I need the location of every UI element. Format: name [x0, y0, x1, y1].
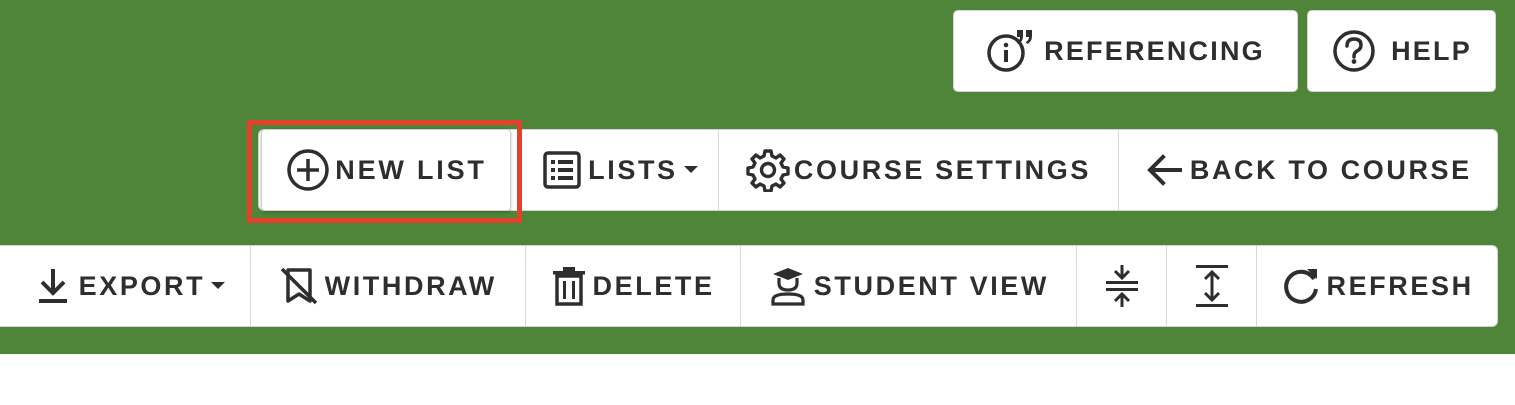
course-settings-label: COURSE SETTINGS: [793, 154, 1091, 185]
refresh-button[interactable]: REFRESH: [1256, 246, 1497, 326]
export-dropdown-button[interactable]: EXPORT: [0, 246, 250, 326]
refresh-label: REFRESH: [1326, 270, 1474, 301]
gear-icon: [746, 148, 790, 192]
lists-dropdown-button[interactable]: LISTS: [520, 130, 719, 210]
new-list-label: NEW LIST: [335, 154, 487, 185]
chevron-down-icon: [211, 281, 226, 289]
add-circle-icon: [285, 147, 331, 193]
chevron-down-icon: [683, 165, 698, 173]
course-settings-button[interactable]: COURSE SETTINGS: [718, 130, 1117, 210]
student-view-label: STUDENT VIEW: [813, 270, 1049, 301]
download-icon: [35, 266, 71, 306]
collapse-all-button[interactable]: [1076, 246, 1166, 326]
trash-icon: [551, 265, 587, 307]
help-label: HELP: [1391, 35, 1472, 66]
lists-label: LISTS: [588, 154, 678, 185]
withdraw-label: WITHDRAW: [324, 270, 497, 301]
expand-vertical-icon: [1192, 263, 1232, 309]
list-icon: [542, 150, 582, 190]
back-to-course-label: BACK TO COURSE: [1189, 154, 1472, 185]
expand-all-button[interactable]: [1166, 246, 1256, 326]
referencing-label: REFERENCING: [1044, 35, 1265, 66]
referencing-button[interactable]: REFERENCING: [953, 10, 1298, 92]
info-quote-icon: [986, 27, 1034, 75]
student-view-button[interactable]: STUDENT VIEW: [739, 246, 1077, 326]
back-to-course-button[interactable]: BACK TO COURSE: [1117, 130, 1497, 210]
collapse-vertical-icon: [1102, 263, 1142, 309]
bookmark-off-icon: [279, 265, 319, 307]
help-button[interactable]: HELP: [1307, 10, 1496, 92]
delete-button[interactable]: DELETE: [524, 246, 740, 326]
help-circle-icon: [1331, 28, 1377, 74]
withdraw-button[interactable]: WITHDRAW: [249, 246, 525, 326]
export-label: EXPORT: [78, 270, 206, 301]
refresh-icon: [1280, 265, 1322, 307]
list-toolbar: EXPORT WITHDRAW DELETE STUDENT VIEW REFR…: [0, 245, 1498, 327]
arrow-left-icon: [1144, 150, 1184, 190]
delete-label: DELETE: [592, 270, 715, 301]
student-icon: [768, 265, 808, 307]
new-list-button[interactable]: NEW LIST: [261, 129, 511, 211]
